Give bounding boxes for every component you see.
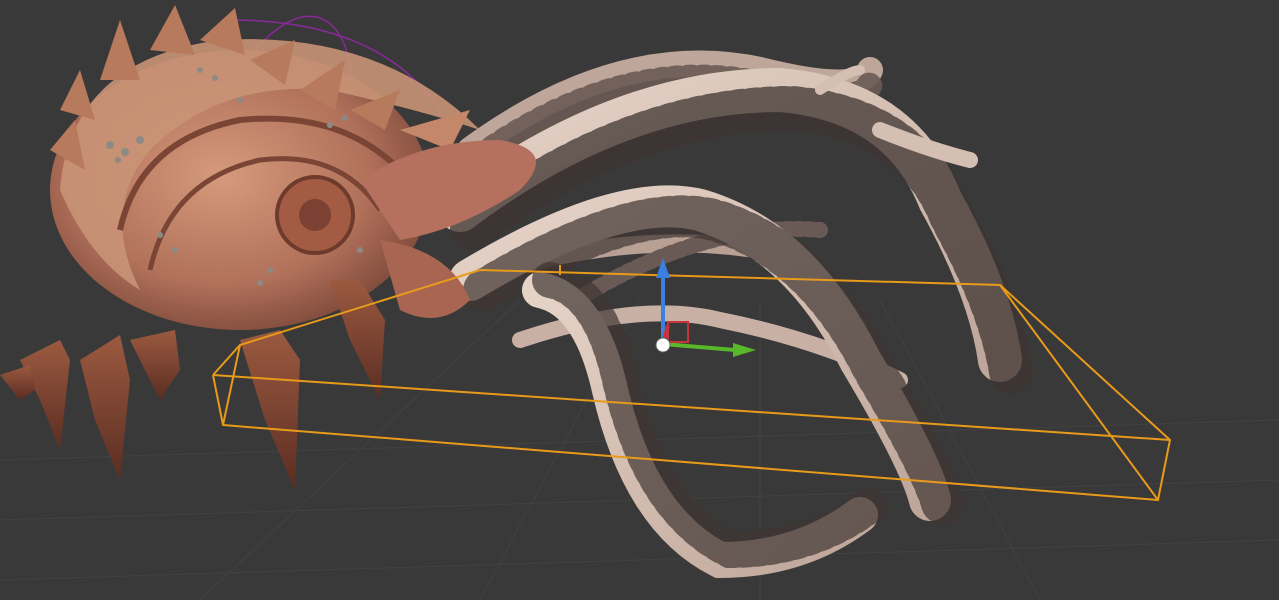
viewport-canvas[interactable] bbox=[0, 0, 1279, 600]
3d-viewport[interactable] bbox=[0, 0, 1279, 600]
tentacles-front[interactable] bbox=[438, 65, 1034, 579]
gizmo-y-axis[interactable] bbox=[662, 342, 756, 357]
gizmo-plane-handle[interactable] bbox=[667, 321, 689, 343]
gizmo-pivot[interactable] bbox=[655, 337, 671, 353]
